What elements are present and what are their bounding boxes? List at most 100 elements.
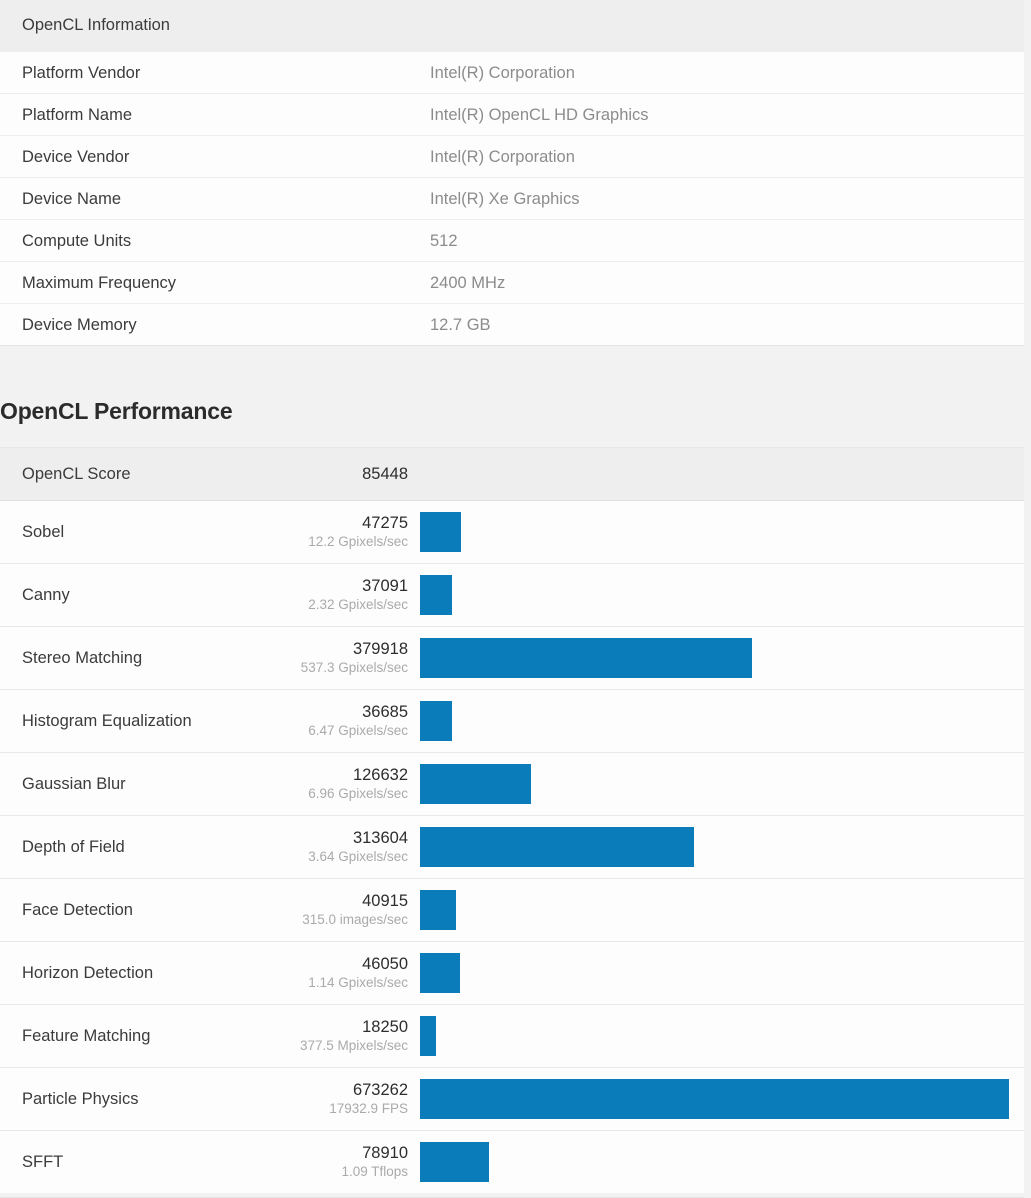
benchmark-label: Sobel [0, 523, 270, 542]
benchmark-bar [420, 575, 452, 615]
benchmark-bar [420, 1142, 489, 1182]
benchmark-label: Canny [0, 586, 270, 605]
benchmark-label: Horizon Detection [0, 964, 270, 983]
benchmark-values: 18250377.5 Mpixels/sec [270, 1018, 408, 1053]
page-title: OpenCL Performance [0, 396, 232, 426]
benchmark-unit: 1.09 Tflops [270, 1164, 408, 1180]
benchmark-score: 36685 [270, 703, 408, 722]
benchmark-values: 460501.14 Gpixels/sec [270, 955, 408, 990]
benchmark-score: 673262 [270, 1081, 408, 1100]
benchmark-unit: 17932.9 FPS [270, 1101, 408, 1117]
benchmark-score: 40915 [270, 892, 408, 911]
benchmark-unit: 537.3 Gpixels/sec [270, 660, 408, 676]
benchmark-bar [420, 953, 460, 993]
benchmark-score: 47275 [270, 514, 408, 533]
benchmark-bar [420, 512, 461, 552]
benchmark-values: 366856.47 Gpixels/sec [270, 703, 408, 738]
info-row-label: Device Vendor [0, 136, 430, 177]
info-row: Compute Units512 [0, 219, 1024, 261]
benchmark-bar [420, 827, 694, 867]
benchmark-values: 379918537.3 Gpixels/sec [270, 640, 408, 675]
benchmark-score: 78910 [270, 1144, 408, 1163]
benchmark-bar [420, 1016, 436, 1056]
benchmark-unit: 2.32 Gpixels/sec [270, 597, 408, 613]
opencl-information-header: OpenCL Information [0, 0, 1024, 51]
benchmark-bar-track [408, 701, 1024, 741]
opencl-information-rows: Platform VendorIntel(R) CorporationPlatf… [0, 51, 1024, 345]
benchmark-row: SFFT789101.09 Tflops [0, 1130, 1024, 1193]
benchmark-bar [420, 1079, 1009, 1119]
opencl-performance-card: OpenCL Score 85448 Sobel4727512.2 Gpixel… [0, 447, 1024, 1193]
benchmark-row: Canny370912.32 Gpixels/sec [0, 563, 1024, 626]
info-row-value: Intel(R) Corporation [430, 136, 575, 177]
info-row-value: 2400 MHz [430, 262, 505, 303]
benchmark-values: 3136043.64 Gpixels/sec [270, 829, 408, 864]
benchmark-bar [420, 638, 752, 678]
benchmark-bar-track [408, 953, 1024, 993]
benchmark-values: 4727512.2 Gpixels/sec [270, 514, 408, 549]
benchmark-rows: Sobel4727512.2 Gpixels/secCanny370912.32… [0, 500, 1024, 1193]
info-row-value: Intel(R) Corporation [430, 52, 575, 93]
info-row: Maximum Frequency2400 MHz [0, 261, 1024, 303]
benchmark-row: Stereo Matching379918537.3 Gpixels/sec [0, 626, 1024, 689]
info-row-value: Intel(R) Xe Graphics [430, 178, 579, 219]
benchmark-values: 40915315.0 images/sec [270, 892, 408, 927]
info-row-label: Device Memory [0, 304, 430, 345]
info-row: Platform NameIntel(R) OpenCL HD Graphics [0, 93, 1024, 135]
benchmark-bar [420, 701, 452, 741]
benchmark-score: 37091 [270, 577, 408, 596]
benchmark-unit: 377.5 Mpixels/sec [270, 1038, 408, 1054]
benchmark-values: 1266326.96 Gpixels/sec [270, 766, 408, 801]
opencl-score-row: OpenCL Score 85448 [0, 448, 1024, 500]
benchmark-label: Gaussian Blur [0, 775, 270, 794]
benchmark-row: Depth of Field3136043.64 Gpixels/sec [0, 815, 1024, 878]
info-row-value: Intel(R) OpenCL HD Graphics [430, 94, 649, 135]
benchmark-bar-track [408, 827, 1024, 867]
benchmark-row: Gaussian Blur1266326.96 Gpixels/sec [0, 752, 1024, 815]
info-row: Device NameIntel(R) Xe Graphics [0, 177, 1024, 219]
benchmark-row: Particle Physics67326217932.9 FPS [0, 1067, 1024, 1130]
benchmark-score: 313604 [270, 829, 408, 848]
opencl-score-label: OpenCL Score [0, 465, 270, 484]
benchmark-label: Histogram Equalization [0, 712, 270, 731]
info-row-label: Compute Units [0, 220, 430, 261]
benchmark-bar-track [408, 512, 1024, 552]
benchmark-unit: 1.14 Gpixels/sec [270, 975, 408, 991]
benchmark-unit: 3.64 Gpixels/sec [270, 849, 408, 865]
benchmark-unit: 6.47 Gpixels/sec [270, 723, 408, 739]
benchmark-values: 789101.09 Tflops [270, 1144, 408, 1179]
info-row-label: Platform Name [0, 94, 430, 135]
info-row-value: 12.7 GB [430, 304, 491, 345]
benchmark-label: Particle Physics [0, 1090, 270, 1109]
benchmark-row: Horizon Detection460501.14 Gpixels/sec [0, 941, 1024, 1004]
info-row: Device VendorIntel(R) Corporation [0, 135, 1024, 177]
info-row-label: Maximum Frequency [0, 262, 430, 303]
benchmark-bar-track [408, 764, 1024, 804]
benchmark-score: 379918 [270, 640, 408, 659]
info-row: Device Memory12.7 GB [0, 303, 1024, 345]
benchmark-row: Sobel4727512.2 Gpixels/sec [0, 500, 1024, 563]
benchmark-values: 370912.32 Gpixels/sec [270, 577, 408, 612]
benchmark-bar-track [408, 1142, 1024, 1182]
benchmark-unit: 12.2 Gpixels/sec [270, 534, 408, 550]
opencl-information-card: OpenCL Information Platform VendorIntel(… [0, 0, 1024, 346]
benchmark-unit: 315.0 images/sec [270, 912, 408, 928]
benchmark-score: 126632 [270, 766, 408, 785]
benchmark-label: Face Detection [0, 901, 270, 920]
benchmark-bar [420, 764, 531, 804]
opencl-score-value: 85448 [270, 465, 408, 484]
benchmark-label: Stereo Matching [0, 649, 270, 668]
info-row-label: Device Name [0, 178, 430, 219]
benchmark-label: Depth of Field [0, 838, 270, 857]
info-row-label: Platform Vendor [0, 52, 430, 93]
info-row-value: 512 [430, 220, 458, 261]
info-row: Platform VendorIntel(R) Corporation [0, 51, 1024, 93]
benchmark-score: 46050 [270, 955, 408, 974]
benchmark-bar-track [408, 638, 1024, 678]
benchmark-label: Feature Matching [0, 1027, 270, 1046]
benchmark-row: Feature Matching18250377.5 Mpixels/sec [0, 1004, 1024, 1067]
benchmark-bar [420, 890, 456, 930]
benchmark-bar-track [408, 1016, 1024, 1056]
opencl-benchmark-page: OpenCL Information Platform VendorIntel(… [0, 0, 1031, 1198]
benchmark-bar-track [408, 890, 1024, 930]
